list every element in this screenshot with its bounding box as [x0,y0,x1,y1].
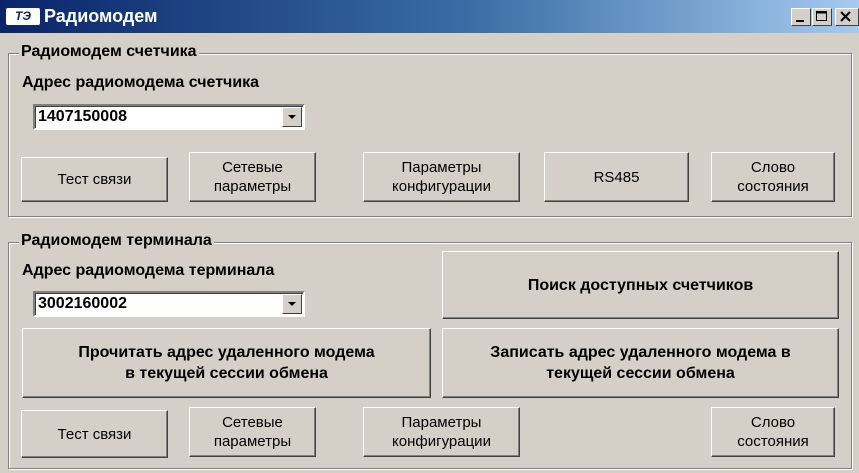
meter-network-params-button[interactable]: Сетевые параметры [189,152,316,202]
read-remote-modem-address-label: Прочитать адрес удаленного модема в теку… [78,344,375,382]
minimize-button[interactable] [791,8,811,26]
write-remote-modem-address-label: Записать адрес удаленного модема в текущ… [490,344,791,382]
write-remote-modem-address-button[interactable]: Записать адрес удаленного модема в текущ… [442,328,839,398]
meter-address-dropdown-button[interactable] [282,107,302,127]
terminal-test-connection-label: Тест связи [57,425,132,443]
meter-network-params-label: Сетевые параметры [213,159,292,195]
search-available-meters-button[interactable]: Поиск доступных счетчиков [442,251,839,319]
close-button[interactable] [835,8,859,26]
terminal-config-params-button[interactable]: Параметры конфигурации [363,407,520,457]
read-remote-modem-address-button[interactable]: Прочитать адрес удаленного модема в теку… [22,328,431,398]
terminal-network-params-label: Сетевые параметры [213,414,292,450]
chevron-down-icon [288,115,296,119]
title-bar[interactable]: ТЭ Радиомодем [0,0,859,33]
maximize-icon [816,11,827,21]
minimize-icon [796,20,804,22]
meter-address-label: Адрес радиомодема счетчика [22,74,260,91]
meter-group-legend: Радиомодем счетчика [19,43,199,61]
terminal-address-value: 3002160002 [38,295,127,312]
close-icon [840,11,851,22]
terminal-status-word-label: Слово состояния [737,414,809,450]
chevron-down-icon [288,302,296,306]
meter-config-params-label: Параметры конфигурации [392,159,491,195]
terminal-network-params-button[interactable]: Сетевые параметры [189,407,316,457]
rs485-button[interactable]: RS485 [544,152,689,202]
terminal-status-word-button[interactable]: Слово состояния [711,407,835,457]
terminal-address-combobox[interactable]: 3002160002 [33,291,305,317]
terminal-address-dropdown-button[interactable] [282,294,302,314]
maximize-button[interactable] [812,8,832,26]
meter-config-params-button[interactable]: Параметры конфигурации [363,152,520,202]
terminal-group-legend: Радиомодем терминала [19,232,214,250]
meter-status-word-button[interactable]: Слово состояния [711,152,835,202]
meter-test-connection-button[interactable]: Тест связи [21,157,168,202]
search-available-meters-label: Поиск доступных счетчиков [527,276,754,294]
app-logo-icon: ТЭ [6,8,40,25]
meter-test-connection-label: Тест связи [57,171,132,188]
terminal-test-connection-button[interactable]: Тест связи [21,410,168,458]
rs485-label: RS485 [593,168,640,186]
terminal-address-label: Адрес радиомодема терминала [22,262,275,279]
window-title: Радиомодем [44,6,158,26]
meter-status-word-label: Слово состояния [737,159,809,195]
terminal-config-params-label: Параметры конфигурации [392,414,491,450]
meter-address-combobox[interactable]: 1407150008 [33,104,305,130]
meter-address-value: 1407150008 [38,108,127,125]
